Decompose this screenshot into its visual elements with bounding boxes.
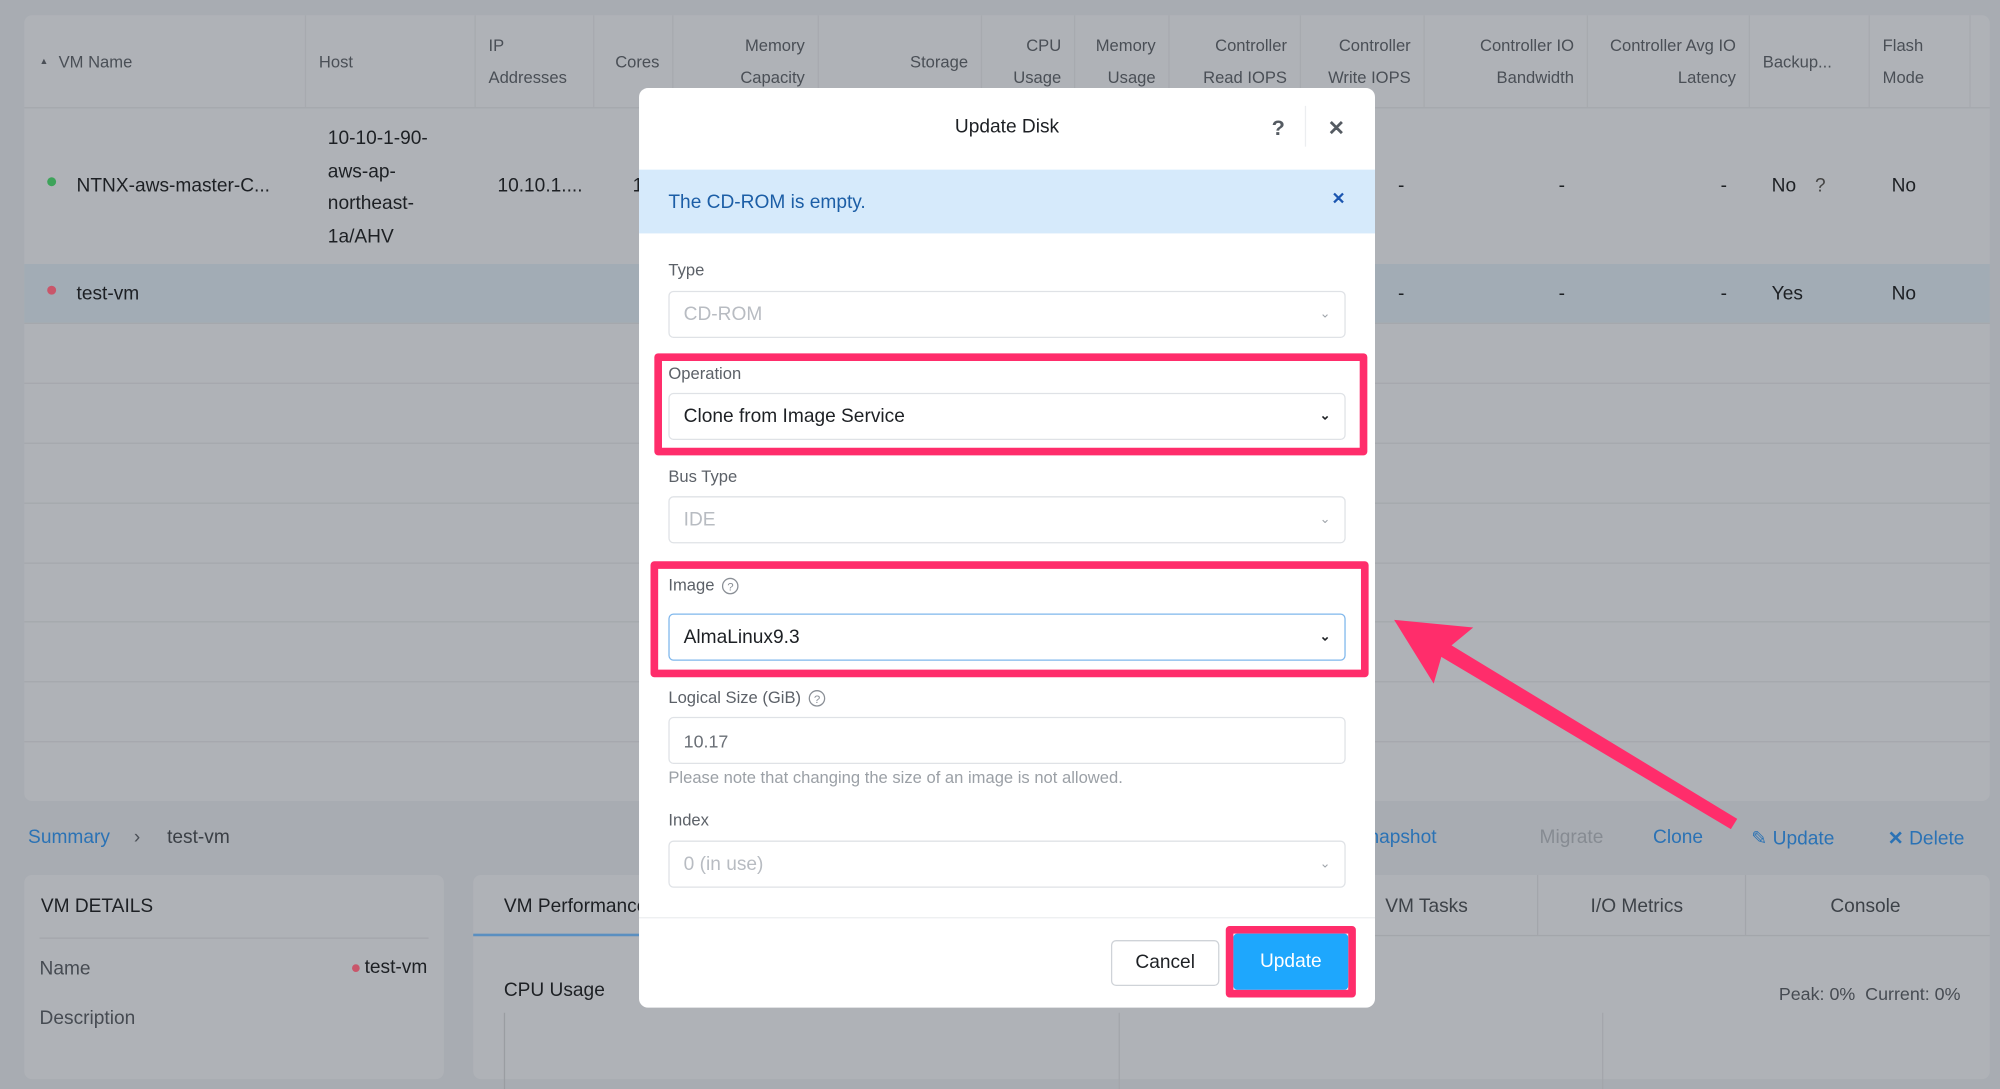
annotation-arrow-icon (1394, 619, 1738, 830)
screen: ▲ VM Name Host IP Addresses Cores Memory Capac… (0, 0, 2000, 1089)
